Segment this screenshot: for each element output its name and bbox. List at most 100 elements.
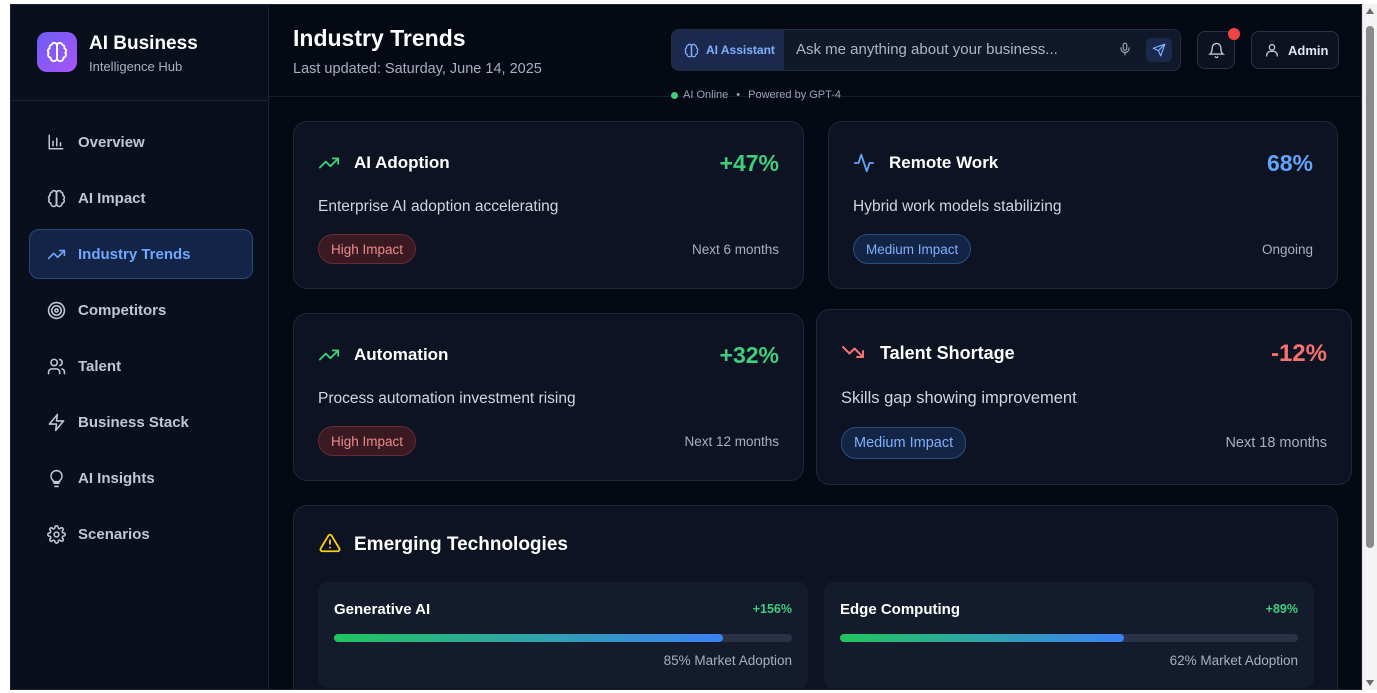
trend-card-talent-shortage[interactable]: Talent Shortage -12% Skills gap showing … xyxy=(816,309,1352,485)
microphone-icon[interactable] xyxy=(1118,41,1132,62)
trend-card-automation[interactable]: Automation +32% Process automation inves… xyxy=(293,313,804,481)
trend-card-remote-work[interactable]: Remote Work 68% Hybrid work models stabi… xyxy=(828,121,1338,289)
tech-card-edge-computing[interactable]: Edge Computing +89% 62% Market Adoption xyxy=(824,582,1314,688)
brand: AI Business Intelligence Hub xyxy=(11,5,268,101)
tech-adoption: 62% Market Adoption xyxy=(1169,653,1298,668)
notification-dot xyxy=(1228,28,1240,40)
adoption-bar xyxy=(334,634,792,642)
sidebar-item-industry-trends[interactable]: Industry Trends xyxy=(29,229,253,279)
brain-icon xyxy=(684,43,699,57)
trend-timeframe: Next 6 months xyxy=(691,242,779,257)
user-name: Admin xyxy=(1288,42,1329,58)
trend-value: +47% xyxy=(719,150,779,176)
trend-title: Remote Work xyxy=(889,153,999,172)
send-button[interactable] xyxy=(1146,38,1172,62)
app-window: AI Business Intelligence Hub Overview AI… xyxy=(10,4,1362,690)
trend-timeframe: Next 18 months xyxy=(1225,435,1327,451)
trend-description: Enterprise AI adoption accelerating xyxy=(318,198,559,215)
trend-description: Process automation investment rising xyxy=(318,390,576,407)
sidebar-item-label: Competitors xyxy=(78,301,167,319)
brand-subtitle: Intelligence Hub xyxy=(89,59,183,74)
trend-title: AI Adoption xyxy=(354,153,450,172)
tech-growth: +89% xyxy=(1265,602,1298,616)
sidebar-item-label: Talent xyxy=(78,357,122,375)
trend-card-ai-adoption[interactable]: AI Adoption +47% Enterprise AI adoption … xyxy=(293,121,804,289)
tech-name: Generative AI xyxy=(334,601,431,618)
users-icon xyxy=(46,356,66,376)
page-title: Industry Trends xyxy=(293,25,466,51)
trend-description: Skills gap showing improvement xyxy=(841,389,1077,407)
sidebar-item-label: Business Stack xyxy=(78,413,189,431)
sidebar: AI Business Intelligence Hub Overview AI… xyxy=(11,5,269,689)
brand-title: AI Business xyxy=(89,33,198,54)
impact-badge: Medium Impact xyxy=(853,234,972,264)
target-icon xyxy=(46,300,66,320)
activity-icon xyxy=(853,152,875,179)
ask-input[interactable]: Ask me anything about your business... xyxy=(796,41,1058,58)
tech-adoption: 85% Market Adoption xyxy=(663,653,792,668)
trend-description: Hybrid work models stabilizing xyxy=(853,198,1062,215)
tech-name: Edge Computing xyxy=(840,601,960,618)
trend-title: Automation xyxy=(354,345,449,364)
sidebar-item-competitors[interactable]: Competitors xyxy=(29,285,253,335)
status-separator: • xyxy=(736,89,741,101)
adoption-bar-fill xyxy=(840,634,1124,642)
zap-icon xyxy=(46,412,66,432)
scrollbar-thumb[interactable] xyxy=(1366,26,1374,548)
sidebar-item-label: Industry Trends xyxy=(78,245,191,263)
send-icon xyxy=(1152,43,1166,57)
bell-icon xyxy=(1207,42,1225,58)
scroll-down-icon[interactable] xyxy=(1366,680,1374,686)
ai-assistant-bar: AI Assistant Ask me anything about your … xyxy=(671,29,1181,71)
trending-up-icon xyxy=(318,344,340,371)
adoption-bar-fill xyxy=(334,634,724,642)
trend-value: -12% xyxy=(1270,340,1327,367)
ai-status: AI Online • Powered by GPT-4 xyxy=(671,89,841,101)
impact-badge: High Impact xyxy=(318,426,417,456)
trend-value: +32% xyxy=(719,342,779,368)
gear-icon xyxy=(46,524,66,544)
sidebar-item-scenarios[interactable]: Scenarios xyxy=(29,509,253,559)
scroll-up-icon[interactable] xyxy=(1366,8,1374,14)
trend-timeframe: Next 12 months xyxy=(684,434,779,449)
impact-badge: Medium Impact xyxy=(841,427,967,459)
online-indicator xyxy=(671,91,678,99)
sidebar-item-ai-insights[interactable]: AI Insights xyxy=(29,453,253,503)
trending-down-icon xyxy=(841,340,865,369)
ai-status-text: AI Online xyxy=(683,89,729,101)
sidebar-item-business-stack[interactable]: Business Stack xyxy=(29,397,253,447)
sidebar-item-label: AI Impact xyxy=(78,189,146,207)
trend-timeframe: Ongoing xyxy=(1261,242,1313,257)
user-menu-button[interactable]: Admin xyxy=(1251,31,1339,69)
tech-card-generative-ai[interactable]: Generative AI +156% 85% Market Adoption xyxy=(318,582,808,688)
brain-logo-icon xyxy=(37,32,77,72)
sidebar-nav: Overview AI Impact Industry Trends Compe… xyxy=(11,117,269,565)
sidebar-item-overview[interactable]: Overview xyxy=(29,117,253,167)
top-header: Industry Trends Last updated: Saturday, … xyxy=(269,5,1361,101)
adoption-bar xyxy=(840,634,1298,642)
warning-icon xyxy=(318,532,342,559)
last-updated: Last updated: Saturday, June 14, 2025 xyxy=(293,61,542,77)
trend-title: Talent Shortage xyxy=(880,343,1015,363)
tech-growth: +156% xyxy=(752,602,792,616)
impact-badge: High Impact xyxy=(318,234,417,264)
emerging-technologies-panel: Emerging Technologies Generative AI +156… xyxy=(293,505,1338,689)
sidebar-item-label: Overview xyxy=(78,133,145,151)
trending-up-icon xyxy=(318,152,340,179)
brain-icon xyxy=(46,188,66,208)
ai-assistant-label: AI Assistant xyxy=(706,43,775,57)
vertical-scrollbar[interactable] xyxy=(1362,4,1377,690)
trending-up-icon xyxy=(46,244,66,264)
user-icon xyxy=(1266,44,1278,57)
sidebar-item-ai-impact[interactable]: AI Impact xyxy=(29,173,253,223)
emerging-title: Emerging Technologies xyxy=(354,534,568,555)
sidebar-item-talent[interactable]: Talent xyxy=(29,341,253,391)
trend-value: 68% xyxy=(1266,150,1313,176)
powered-by: Powered by GPT-4 xyxy=(748,89,842,101)
sidebar-item-label: AI Insights xyxy=(78,469,155,487)
lightbulb-icon xyxy=(46,468,66,488)
bar-chart-icon xyxy=(46,132,66,152)
notifications-button[interactable] xyxy=(1197,28,1240,69)
sidebar-item-label: Scenarios xyxy=(78,525,150,543)
ai-assistant-badge: AI Assistant xyxy=(672,30,784,70)
